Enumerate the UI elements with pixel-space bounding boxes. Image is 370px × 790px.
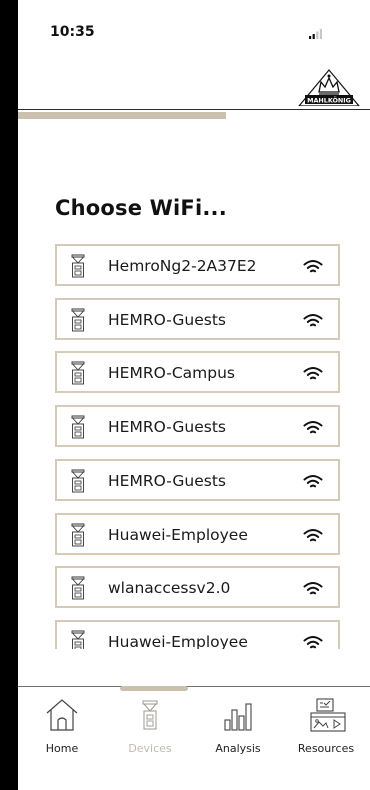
wifi-network-row[interactable]: Huawei-Employee [55, 512, 340, 555]
bottom-nav-divider [18, 686, 370, 687]
setup-progress-fill [18, 112, 226, 119]
app-screen: 10:35 MAHLKÖNIG Choose WiFi... HemroNg2-… [18, 0, 370, 790]
wifi-network-row[interactable]: Huawei-Employee [55, 619, 340, 649]
wifi-network-row[interactable]: HEMRO-Guests [55, 458, 340, 501]
wifi-ssid: HEMRO-Guests [108, 471, 226, 490]
wifi-network-list[interactable]: HemroNg2-2A37E2 HEMRO-Guests HEMRO-Campus H… [18, 240, 370, 649]
signal-strength-icon [309, 29, 322, 39]
bar-chart-icon [224, 703, 252, 731]
grinder-icon [71, 630, 85, 649]
wifi-network-row[interactable]: HEMRO-Campus [55, 351, 340, 394]
grinder-icon [71, 523, 85, 546]
wifi-ssid: HEMRO-Guests [108, 310, 226, 329]
grinder-icon [71, 469, 85, 493]
nav-home-label: Home [45, 742, 79, 755]
wifi-network-row[interactable]: HEMRO-Guests [55, 405, 340, 448]
wifi-signal-icon [303, 260, 323, 273]
setup-progress-bar [18, 112, 370, 119]
home-icon [46, 699, 78, 731]
page-title: Choose WiFi... [55, 196, 227, 220]
wifi-ssid: Huawei-Employee [108, 525, 248, 544]
wifi-signal-icon [303, 367, 323, 380]
wifi-signal-icon [303, 528, 323, 541]
wifi-ssid: Huawei-Employee [108, 632, 248, 649]
grinder-icon [71, 254, 85, 278]
wifi-signal-icon [303, 635, 323, 649]
wifi-signal-icon [303, 313, 323, 326]
wifi-signal-icon [303, 582, 323, 595]
wifi-ssid: HEMRO-Guests [108, 418, 226, 437]
grinder-icon [71, 308, 85, 332]
resources-icon [310, 698, 346, 732]
wifi-ssid: HEMRO-Campus [108, 364, 235, 383]
nav-analysis-label: Analysis [215, 742, 261, 755]
status-time: 10:35 [50, 24, 95, 40]
nav-devices-label: Devices [128, 742, 172, 755]
wifi-network-row[interactable]: wlanaccessv2.0 [55, 566, 340, 609]
mahlkonig-logo: MAHLKÖNIG [298, 69, 360, 106]
nav-home[interactable]: Home [18, 690, 106, 760]
wifi-signal-icon [303, 474, 323, 488]
wifi-network-row[interactable]: HemroNg2-2A37E2 [55, 244, 340, 286]
grinder-icon [142, 700, 158, 730]
wifi-network-row[interactable]: HEMRO-Guests [55, 297, 340, 340]
grinder-icon [71, 576, 85, 600]
nav-devices[interactable]: Devices [106, 690, 194, 760]
wifi-signal-icon [303, 421, 323, 434]
wifi-ssid: wlanaccessv2.0 [108, 579, 231, 598]
nav-resources[interactable]: Resources [282, 690, 370, 760]
header-divider [18, 109, 370, 110]
grinder-icon [71, 361, 85, 385]
status-bar: 10:35 [18, 0, 370, 60]
nav-resources-label: Resources [297, 742, 355, 755]
logo-text: MAHLKÖNIG [307, 95, 351, 104]
nav-analysis[interactable]: Analysis [194, 690, 282, 760]
grinder-icon [71, 415, 85, 439]
wifi-ssid: HemroNg2-2A37E2 [108, 257, 257, 275]
